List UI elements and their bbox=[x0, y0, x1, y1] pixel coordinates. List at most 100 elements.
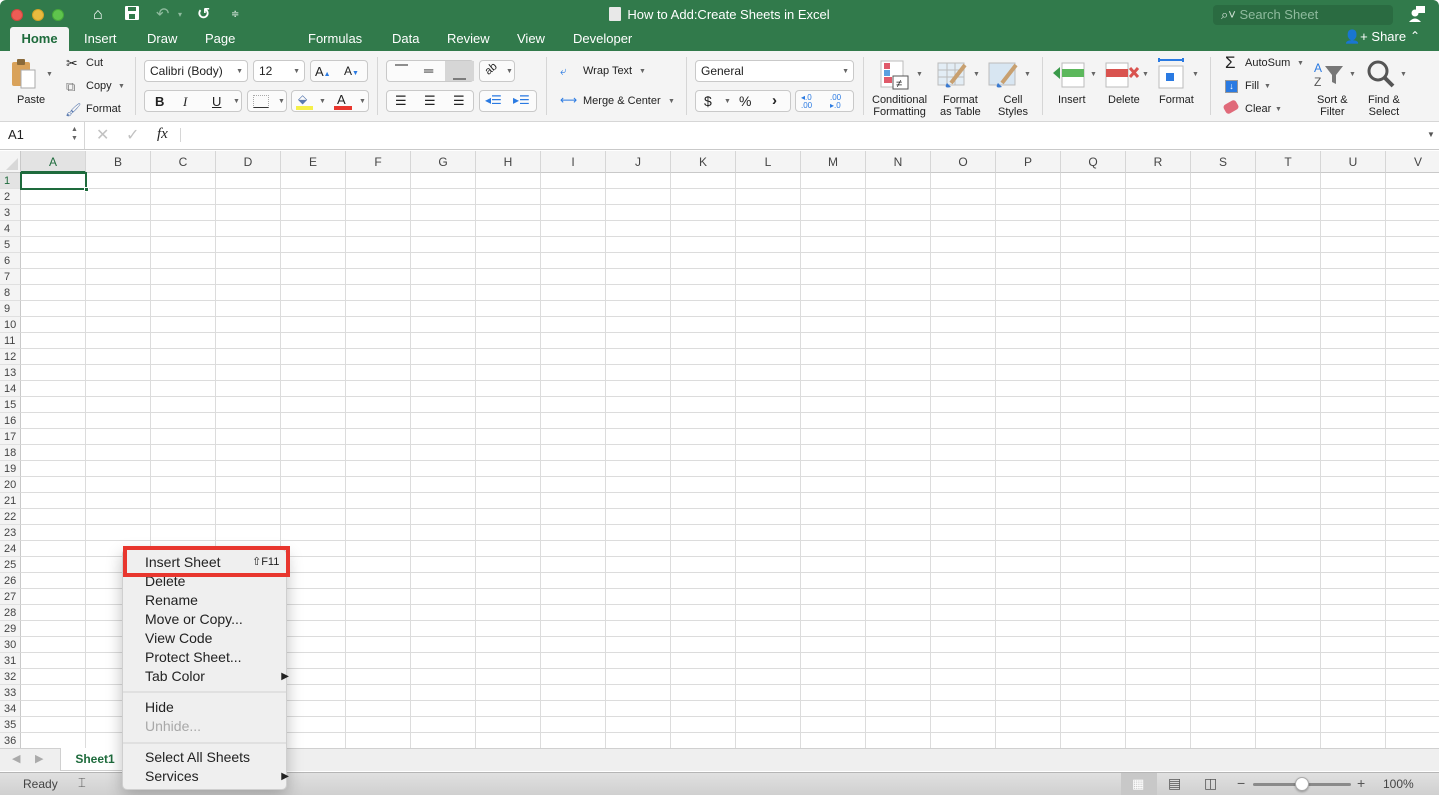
column-header-q[interactable]: Q bbox=[1061, 151, 1126, 173]
search-sheet-input[interactable]: ⌕˅ Search Sheet bbox=[1213, 5, 1393, 25]
row-header-10[interactable]: 10 bbox=[0, 317, 21, 333]
row-header-18[interactable]: 18 bbox=[0, 445, 21, 461]
fill-icon[interactable]: ↓ bbox=[1225, 80, 1238, 93]
comma-button[interactable]: › bbox=[772, 92, 777, 109]
paste-label[interactable]: Paste bbox=[17, 94, 45, 106]
row-header-36[interactable]: 36 bbox=[0, 733, 21, 748]
menu-item-move-or-copy[interactable]: Move or Copy... bbox=[145, 610, 285, 629]
row-header-4[interactable]: 4 bbox=[0, 221, 21, 237]
autosum-button[interactable]: AutoSum bbox=[1245, 57, 1290, 69]
column-header-k[interactable]: K bbox=[671, 151, 736, 173]
row-header-6[interactable]: 6 bbox=[0, 253, 21, 269]
find-select-button[interactable]: Find & Select bbox=[1368, 94, 1400, 118]
sort-filter-button[interactable]: Sort & Filter bbox=[1317, 94, 1348, 118]
format-painter-button[interactable]: Format bbox=[86, 103, 121, 115]
chevron-down-icon[interactable]: ▼ bbox=[724, 98, 731, 105]
row-header-15[interactable]: 15 bbox=[0, 397, 21, 413]
delete-cells-button[interactable]: Delete bbox=[1108, 94, 1140, 106]
merge-center-dropdown-icon[interactable]: ▼ bbox=[668, 98, 675, 105]
row-header-32[interactable]: 32 bbox=[0, 669, 21, 685]
page-layout-view-icon[interactable]: ▤ bbox=[1168, 775, 1181, 792]
undo-icon[interactable]: ↶ bbox=[156, 5, 169, 25]
underline-dropdown-icon[interactable]: ▼ bbox=[233, 98, 240, 105]
next-sheet-icon[interactable]: ▶ bbox=[35, 752, 43, 765]
align-left-icon[interactable]: ☰ bbox=[395, 93, 407, 109]
italic-button[interactable]: I bbox=[183, 94, 187, 110]
row-header-23[interactable]: 23 bbox=[0, 525, 21, 541]
autosum-icon[interactable]: Σ bbox=[1225, 53, 1236, 73]
column-header-h[interactable]: H bbox=[476, 151, 541, 173]
row-header-12[interactable]: 12 bbox=[0, 349, 21, 365]
zoom-level[interactable]: 100% bbox=[1383, 777, 1414, 791]
delete-cells-icon[interactable] bbox=[1105, 61, 1139, 89]
clear-eraser-icon[interactable] bbox=[1222, 99, 1240, 115]
font-color-icon[interactable]: A bbox=[337, 92, 346, 107]
row-header-11[interactable]: 11 bbox=[0, 333, 21, 349]
row-header-22[interactable]: 22 bbox=[0, 509, 21, 525]
conditional-formatting-button[interactable]: Conditional Formatting bbox=[872, 94, 927, 118]
column-header-r[interactable]: R bbox=[1126, 151, 1191, 173]
column-header-b[interactable]: B bbox=[86, 151, 151, 173]
home-icon[interactable]: ⌂ bbox=[93, 5, 103, 25]
copy-dropdown-icon[interactable]: ▼ bbox=[118, 83, 125, 90]
cancel-icon[interactable]: ✕ bbox=[96, 125, 109, 145]
redo-icon[interactable]: ↺ bbox=[197, 5, 210, 25]
column-header-t[interactable]: T bbox=[1256, 151, 1321, 173]
selected-cell-a1[interactable] bbox=[20, 172, 87, 190]
chevron-down-icon[interactable]: ▼ bbox=[973, 71, 980, 78]
expand-formula-bar-icon[interactable]: ▼ bbox=[1427, 130, 1435, 139]
save-icon[interactable] bbox=[124, 5, 140, 27]
chevron-down-icon[interactable]: ▼ bbox=[1142, 71, 1149, 78]
align-right-icon[interactable]: ☰ bbox=[453, 93, 465, 109]
chevron-down-icon[interactable]: ▼ bbox=[359, 98, 366, 105]
enter-icon[interactable]: ✓ bbox=[126, 125, 139, 145]
font-size-select[interactable]: 12 ▼ bbox=[253, 60, 305, 82]
sort-filter-icon[interactable]: AZ bbox=[1313, 60, 1347, 88]
chevron-down-icon[interactable]: ▼ bbox=[1090, 71, 1097, 78]
font-name-select[interactable]: Calibri (Body) ▼ bbox=[144, 60, 248, 82]
cut-icon[interactable]: ✂ bbox=[66, 55, 78, 72]
align-middle-icon[interactable]: ═ bbox=[424, 63, 433, 78]
row-header-9[interactable]: 9 bbox=[0, 301, 21, 317]
row-header-1[interactable]: 1 bbox=[0, 173, 21, 189]
row-header-3[interactable]: 3 bbox=[0, 205, 21, 221]
row-header-28[interactable]: 28 bbox=[0, 605, 21, 621]
column-header-e[interactable]: E bbox=[281, 151, 346, 173]
row-header-31[interactable]: 31 bbox=[0, 653, 21, 669]
orientation-button[interactable]: ab ▼ bbox=[479, 60, 515, 82]
zoom-out-icon[interactable]: − bbox=[1237, 775, 1245, 791]
column-header-l[interactable]: L bbox=[736, 151, 801, 173]
maximize-window-button[interactable] bbox=[52, 9, 64, 21]
tab-insert[interactable]: Insert bbox=[72, 27, 129, 51]
row-header-19[interactable]: 19 bbox=[0, 461, 21, 477]
column-header-o[interactable]: O bbox=[931, 151, 996, 173]
share-button[interactable]: 👤+ Share bbox=[1344, 29, 1406, 45]
row-header-21[interactable]: 21 bbox=[0, 493, 21, 509]
tab-data[interactable]: Data bbox=[380, 27, 431, 51]
format-cells-button[interactable]: Format bbox=[1159, 94, 1194, 106]
row-header-16[interactable]: 16 bbox=[0, 413, 21, 429]
row-header-5[interactable]: 5 bbox=[0, 237, 21, 253]
format-painter-icon[interactable]: 🖌 bbox=[65, 102, 82, 118]
column-header-d[interactable]: D bbox=[216, 151, 281, 173]
collapse-ribbon-icon[interactable]: ⌃ bbox=[1410, 29, 1420, 43]
menu-item-select-all-sheets[interactable]: Select All Sheets bbox=[145, 748, 285, 767]
undo-dropdown-icon[interactable]: ▾ bbox=[178, 5, 182, 25]
feedback-icon[interactable] bbox=[1408, 5, 1426, 28]
merge-center-button[interactable]: Merge & Center bbox=[583, 95, 661, 107]
row-header-26[interactable]: 26 bbox=[0, 573, 21, 589]
name-box[interactable]: A1 ▲ ▼ bbox=[0, 122, 85, 149]
underline-button[interactable]: U bbox=[212, 94, 221, 109]
find-select-icon[interactable] bbox=[1366, 59, 1396, 89]
copy-icon[interactable]: ⧉ bbox=[66, 79, 75, 95]
clear-button[interactable]: Clear bbox=[1245, 103, 1271, 115]
row-header-2[interactable]: 2 bbox=[0, 189, 21, 205]
format-cells-icon[interactable] bbox=[1157, 57, 1187, 89]
menu-item-view-code[interactable]: View Code bbox=[145, 629, 285, 648]
row-header-24[interactable]: 24 bbox=[0, 541, 21, 557]
fill-button[interactable]: Fill bbox=[1245, 80, 1259, 92]
row-header-7[interactable]: 7 bbox=[0, 269, 21, 285]
column-header-p[interactable]: P bbox=[996, 151, 1061, 173]
row-header-20[interactable]: 20 bbox=[0, 477, 21, 493]
row-header-33[interactable]: 33 bbox=[0, 685, 21, 701]
